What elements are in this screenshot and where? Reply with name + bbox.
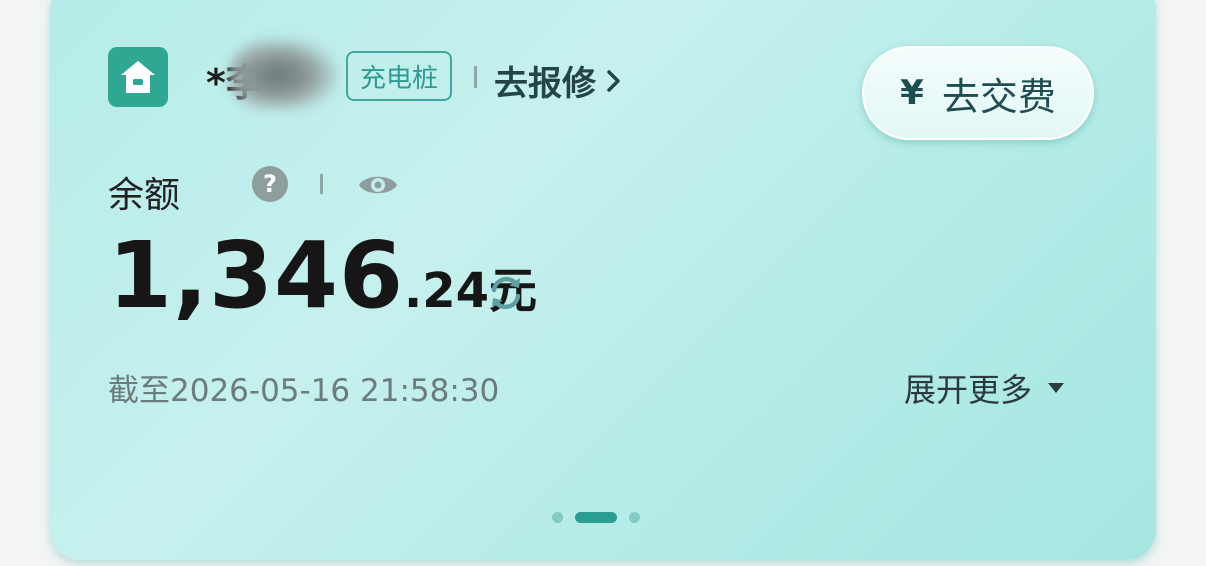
charging-pile-tag: 充电桩 (346, 51, 453, 101)
help-icon[interactable]: ? (252, 166, 288, 202)
balance-amount: 1,346 .24 元 (108, 222, 537, 329)
account-card: *李 充电桩 去报修 ¥ 去交费 余额 ? 1,346 .24 元 截至 (50, 0, 1156, 560)
refresh-icon[interactable] (486, 273, 526, 317)
yen-icon: ¥ (900, 73, 924, 113)
chevron-right-icon (607, 69, 620, 92)
caret-down-icon (1048, 383, 1065, 393)
page-dot-active[interactable] (575, 512, 617, 523)
expand-more-button[interactable]: 展开更多 (904, 365, 1066, 411)
balance-label: 余额 (108, 175, 181, 216)
divider (320, 174, 323, 194)
page-dot[interactable] (629, 512, 640, 523)
pay-button-label: 去交费 (941, 74, 1056, 119)
balance-integer: 1,346 (108, 222, 405, 329)
divider (474, 66, 477, 88)
eye-icon[interactable] (356, 170, 400, 204)
page-indicator (552, 512, 640, 523)
pay-button[interactable]: ¥ 去交费 (862, 46, 1094, 140)
expand-label: 展开更多 (904, 371, 1033, 409)
repair-link[interactable]: 去报修 (494, 56, 622, 105)
redaction-blur (228, 38, 338, 112)
home-icon (108, 47, 168, 107)
balance-decimal: .24 (404, 263, 490, 319)
balance-timestamp: 截至2026-05-16 21:58:30 (108, 373, 500, 409)
repair-label: 去报修 (494, 64, 596, 104)
page-dot[interactable] (552, 512, 563, 523)
